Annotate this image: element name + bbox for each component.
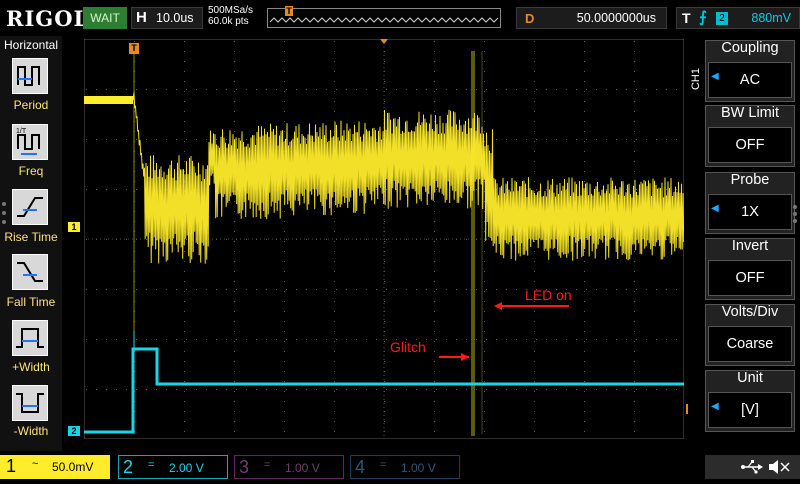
acquisition-info: 500MSa/s 60.0k pts [208, 5, 253, 27]
ch4-number: 4 [355, 457, 366, 477]
horizontal-label: H [136, 9, 147, 26]
rigol-logo: RIGOL [6, 6, 90, 31]
memory-overview-bar [267, 8, 501, 28]
select-arrow-icon: ◀ [711, 203, 719, 214]
fall-time-icon [17, 262, 43, 282]
ch2-status-box[interactable]: 2 = 2.00 V [118, 455, 228, 479]
period-measure-icon [17, 66, 40, 86]
ch1-coupling-icon: ~ [32, 458, 39, 470]
rise-time-button[interactable] [12, 189, 48, 225]
channel-tab: CH1 [690, 68, 702, 91]
select-arrow-icon: ◀ [711, 401, 719, 412]
memory-trigger-marker: T [285, 6, 293, 16]
volts-div-value[interactable]: Coarse [708, 326, 792, 362]
sample-rate: 500MSa/s [208, 5, 254, 16]
probe-menu-content: Probe 1X ◀ [705, 172, 795, 234]
ch3-scale: 1.00 V [285, 461, 320, 475]
positive-width-button[interactable] [12, 320, 48, 356]
bw-limit-menu-content: BW Limit OFF [705, 105, 795, 167]
usb-icon [741, 460, 763, 474]
ch1-number: 1 [6, 456, 17, 476]
ch1-scale: 50.0mV [52, 460, 94, 474]
ch1-status-box[interactable]: 1 ~ 50.0mV [0, 455, 110, 479]
unit-title: Unit [737, 370, 763, 386]
negative-width-icon [16, 393, 44, 413]
rising-edge-icon: ⨍ [699, 9, 707, 26]
scroll-dot [2, 202, 6, 206]
rise-time-icon [17, 197, 43, 217]
probe-value[interactable]: 1X [708, 194, 792, 230]
horizontal-timebase-box[interactable]: H 10.0us [131, 7, 203, 29]
trigger-box[interactable]: T ⨍ 2 880mV [676, 7, 800, 29]
ch3-coupling-icon: = [264, 459, 271, 471]
period-label: Period [13, 98, 49, 112]
invert-title: Invert [731, 238, 769, 254]
fall-time-button[interactable] [12, 254, 48, 290]
status-icons-area [705, 455, 800, 479]
timebase-value: 10.0us [156, 11, 194, 25]
period-button[interactable] [12, 58, 48, 94]
volts-div-title: Volts/Div [721, 304, 779, 320]
scroll-dot [2, 211, 6, 215]
scroll-dot [2, 220, 6, 224]
ch3-number: 3 [239, 457, 250, 477]
trigger-source-badge: 2 [716, 12, 728, 25]
memory-waveform-preview [269, 17, 499, 23]
probe-title: Probe [730, 172, 770, 188]
freq-label: Freq [18, 164, 44, 178]
ch3-status-box[interactable]: 3 = 1.00 V [234, 455, 344, 479]
invert-menu-content: Invert OFF [705, 238, 795, 300]
ch4-scale: 1.00 V [401, 461, 436, 475]
bw-limit-value[interactable]: OFF [708, 127, 792, 163]
delay-box[interactable]: D 50.0000000us [516, 7, 667, 29]
led-on-annotation: LED on [525, 287, 572, 303]
bw-limit-title: BW Limit [721, 105, 779, 121]
rise-time-label: Rise Time [4, 230, 58, 244]
ch4-coupling-icon: = [380, 459, 387, 471]
speaker-muted-icon[interactable] [769, 460, 790, 474]
select-arrow-icon: ◀ [711, 71, 719, 82]
frequency-measure-icon: 1/T [16, 128, 40, 155]
trigger-level-value: 880mV [751, 11, 791, 25]
fall-time-label: Fall Time [6, 295, 56, 309]
positive-width-icon [16, 328, 44, 348]
menu-scroll-indicator [793, 205, 797, 223]
delay-label: D [525, 11, 535, 26]
trigger-position-marker: T [129, 43, 139, 54]
unit-menu-content: Unit [V] ◀ [705, 370, 795, 432]
delay-value: 50.0000000us [576, 11, 656, 25]
positive-width-label: +Width [12, 360, 50, 374]
volts-div-menu-content: Volts/Div Coarse [705, 304, 795, 366]
coupling-title: Coupling [721, 40, 779, 56]
glitch-cursor [471, 51, 475, 436]
ch2-scale: 2.00 V [169, 461, 204, 475]
ch4-status-box[interactable]: 4 = 1.00 V [350, 455, 460, 479]
ch1-offset-marker[interactable]: 1 [68, 222, 80, 232]
coupling-value[interactable]: AC [708, 62, 792, 98]
run-status-badge[interactable]: WAIT [83, 7, 127, 29]
waveform-display[interactable] [84, 39, 684, 439]
unit-value[interactable]: [V] [708, 392, 792, 428]
negative-width-button[interactable] [12, 385, 48, 421]
freq-button[interactable]: 1/T [12, 124, 48, 160]
negative-width-label: -Width [13, 424, 49, 438]
trigger-label: T [682, 10, 691, 26]
ch2-number: 2 [123, 457, 134, 477]
left-menu-title: Horizontal [3, 38, 59, 52]
top-status-bar: RIGOL WAIT H 10.0us 500MSa/s 60.0k pts T… [0, 0, 800, 36]
ch2-coupling-icon: = [148, 459, 155, 471]
svg-text:1/T: 1/T [16, 128, 27, 135]
memory-depth: 60.0k pts [208, 16, 249, 27]
left-measure-menu: Horizontal Period 1/T Freq Rise Time Fal… [0, 36, 62, 451]
invert-value[interactable]: OFF [708, 260, 792, 296]
glitch-annotation: Glitch [390, 339, 426, 355]
ch2-offset-marker[interactable]: 2 [68, 426, 80, 436]
coupling-menu-content: Coupling AC ◀ [705, 40, 795, 102]
